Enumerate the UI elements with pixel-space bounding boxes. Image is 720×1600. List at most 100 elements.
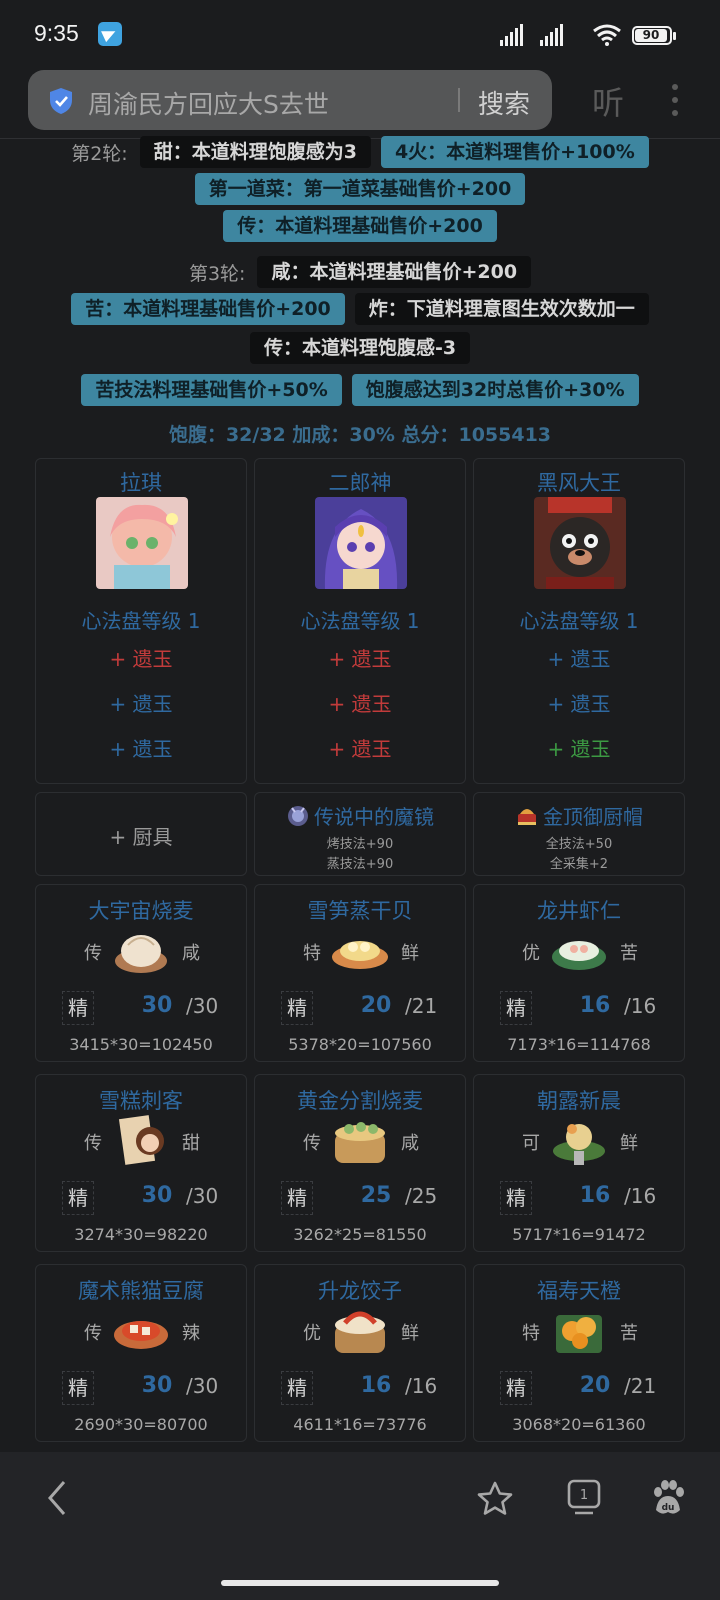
- chef-card[interactable]: 二郎神 心法盘等级 1 + 遗玉 + 遗玉 + 遗玉: [254, 458, 466, 784]
- effect-tag: 甜：本道料理饱腹感为3: [139, 136, 371, 168]
- dish-score: 3262*25=81550: [293, 1225, 427, 1244]
- grade-badge[interactable]: 精: [62, 1181, 94, 1215]
- status-bar: 9:35 90: [0, 0, 720, 64]
- jade-slot[interactable]: + 遗玉: [36, 643, 246, 672]
- dish-card[interactable]: 大宇宙烧麦 传 咸 精 30 /30 3415*30=102450: [35, 884, 247, 1062]
- round-2-row-2: 第一道菜：第一道菜基础售价+200: [0, 173, 720, 205]
- svg-text:du: du: [662, 1503, 675, 1513]
- jade-slot[interactable]: + 遗玉: [474, 733, 684, 762]
- jade-slot[interactable]: + 遗玉: [36, 733, 246, 762]
- dish-flavor: 苦: [620, 943, 638, 964]
- home-indicator[interactable]: [221, 1580, 499, 1586]
- dish-rank: 特: [303, 943, 321, 964]
- mind-disk-level: 心法盘等级 1: [300, 609, 420, 633]
- jade-slot[interactable]: + 遗玉: [36, 688, 246, 717]
- dish-score: 7173*16=114768: [507, 1035, 651, 1054]
- jade-slot[interactable]: + 遗玉: [255, 643, 465, 672]
- grade-badge[interactable]: 精: [281, 1371, 313, 1405]
- search-query[interactable]: 周渝民方回应大S去世: [88, 85, 329, 121]
- jade-slot[interactable]: + 遗玉: [255, 688, 465, 717]
- equipment-stat: 全采集+2: [549, 857, 609, 872]
- bonus-tag: 饱腹感达到32时总售价+30%: [351, 374, 639, 406]
- dish-quantity[interactable]: 20: [351, 993, 401, 1018]
- dish-quantity[interactable]: 16: [570, 1183, 620, 1208]
- dish-rank: 特: [522, 1323, 540, 1344]
- dish-score: 3068*20=61360: [512, 1415, 646, 1434]
- dish-icon: [115, 935, 167, 973]
- grade-badge[interactable]: 精: [500, 1371, 532, 1405]
- star-icon[interactable]: [476, 1480, 514, 1518]
- dish-icon: [335, 1122, 385, 1163]
- dish-quantity[interactable]: 16: [570, 993, 620, 1018]
- dish-card[interactable]: 雪笋蒸干贝 特 鲜 精 20 /21 5378*20=107560: [254, 884, 466, 1062]
- dish-flavor: 咸: [401, 1133, 419, 1154]
- chef-card[interactable]: 拉琪 心法盘等级 1 + 遗玉 + 遗玉 + 遗玉: [35, 458, 247, 784]
- grade-badge[interactable]: 精: [500, 1181, 532, 1215]
- dish-quantity[interactable]: 16: [351, 1373, 401, 1398]
- round-label: 第3轮:: [188, 262, 246, 285]
- battery-level: 90: [635, 28, 667, 42]
- jade-slot[interactable]: + 遗玉: [474, 688, 684, 717]
- magic-mirror-icon: [288, 806, 308, 826]
- dish-rank: 传: [84, 1133, 102, 1154]
- search-button[interactable]: 搜索: [478, 84, 530, 121]
- listen-button[interactable]: 听: [592, 78, 624, 124]
- dish-icon: [556, 1315, 602, 1353]
- equipment-card[interactable]: 金顶御厨帽 全技法+50 全采集+2: [473, 792, 685, 876]
- dish-max: /16: [405, 1374, 438, 1398]
- dish-card[interactable]: 雪糕刺客 传 甜 精 30 /30 3274*30=98220: [35, 1074, 247, 1252]
- chef-name: 拉琪: [120, 471, 162, 495]
- dish-card[interactable]: 龙井虾仁 优 苦 精 16 /16 7173*16=114768: [473, 884, 685, 1062]
- equipment-title: 金顶御厨帽: [474, 801, 684, 830]
- back-icon[interactable]: [42, 1478, 72, 1518]
- dish-flavor: 辣: [182, 1323, 200, 1344]
- baidu-paw-icon[interactable]: du: [650, 1478, 686, 1518]
- jade-slot[interactable]: + 遗玉: [255, 733, 465, 762]
- dish-rank: 传: [303, 1133, 321, 1154]
- dish-max: /30: [186, 994, 219, 1018]
- add-equipment-button[interactable]: + 厨具: [36, 821, 246, 850]
- chef-portrait-erlang: [315, 497, 407, 589]
- dish-quantity[interactable]: 30: [132, 1373, 182, 1398]
- dish-icon: [335, 1311, 385, 1353]
- dish-card[interactable]: 升龙饺子 优 鲜 精 16 /16 4611*16=73776: [254, 1264, 466, 1442]
- jade-slot[interactable]: + 遗玉: [474, 643, 684, 672]
- dish-quantity[interactable]: 30: [132, 993, 182, 1018]
- chef-card[interactable]: 黑风大王 心法盘等级 1 + 遗玉 + 遗玉 + 遗玉: [473, 458, 685, 784]
- mind-disk-level: 心法盘等级 1: [519, 609, 639, 633]
- equipment-stat: 蒸技法+90: [326, 857, 394, 872]
- battery-icon: 90: [632, 26, 676, 45]
- tabs-icon[interactable]: 1: [566, 1478, 602, 1516]
- more-icon[interactable]: [672, 84, 680, 116]
- equipment-card[interactable]: 传说中的魔镜 烤技法+90 蒸技法+90: [254, 792, 466, 876]
- dish-rank: 优: [522, 943, 540, 964]
- dish-card[interactable]: 魔术熊猫豆腐 传 辣 精 30 /30 2690*30=80700: [35, 1264, 247, 1442]
- grade-badge[interactable]: 精: [281, 991, 313, 1025]
- wifi-icon: [593, 24, 621, 46]
- dish-card[interactable]: 朝露新晨 可 鲜 精 16 /16 5717*16=91472: [473, 1074, 685, 1252]
- dish-quantity[interactable]: 20: [570, 1373, 620, 1398]
- grade-badge[interactable]: 精: [500, 991, 532, 1025]
- equipment-slot-empty[interactable]: + 厨具: [35, 792, 247, 876]
- grade-badge[interactable]: 精: [281, 1181, 313, 1215]
- dish-score: 3274*30=98220: [74, 1225, 208, 1244]
- bonus-row: 苦技法料理基础售价+50% 饱腹感达到32时总售价+30%: [0, 374, 720, 406]
- search-bar[interactable]: 周渝民方回应大S去世 搜索: [28, 70, 552, 130]
- dish-card[interactable]: 福寿天橙 特 苦 精 20 /21 3068*20=61360: [473, 1264, 685, 1442]
- dish-quantity[interactable]: 25: [351, 1183, 401, 1208]
- dish-flavor: 鲜: [401, 943, 419, 964]
- grade-badge[interactable]: 精: [62, 991, 94, 1025]
- dish-card[interactable]: 黄金分割烧麦 传 咸 精 25 /25 3262*25=81550: [254, 1074, 466, 1252]
- dish-rank: 可: [522, 1133, 540, 1154]
- grade-badge[interactable]: 精: [62, 1371, 94, 1405]
- dish-quantity[interactable]: 30: [132, 1183, 182, 1208]
- dish-score: 5717*16=91472: [512, 1225, 646, 1244]
- dish-flavor: 鲜: [401, 1323, 419, 1344]
- equipment-stat: 烤技法+90: [326, 837, 394, 852]
- dish-flavor: 鲜: [620, 1133, 638, 1154]
- dish-score: 4611*16=73776: [293, 1415, 427, 1434]
- dish-score: 5378*20=107560: [288, 1035, 432, 1054]
- dish-score: 3415*30=102450: [69, 1035, 213, 1054]
- search-divider: [458, 88, 460, 112]
- mind-disk-level: 心法盘等级 1: [81, 609, 201, 633]
